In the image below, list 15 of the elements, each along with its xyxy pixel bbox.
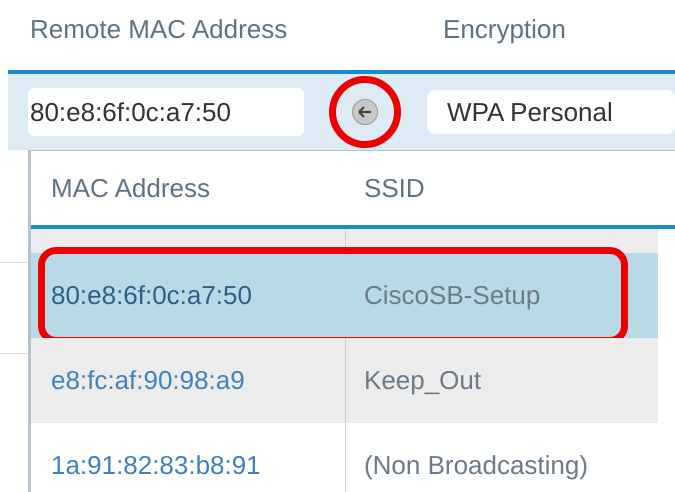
- encryption-select[interactable]: WPA Personal: [427, 90, 675, 134]
- mac-input-field[interactable]: 80:e8:6f:0c:a7:50: [28, 88, 304, 136]
- column-header: MAC Address: [51, 172, 211, 204]
- mac-link[interactable]: 1a:91:82:83:b8:91: [51, 446, 261, 485]
- lookup-button[interactable]: [352, 99, 378, 125]
- left-arrow-icon: [358, 106, 372, 118]
- mac-link[interactable]: 80:e8:6f:0c:a7:50: [51, 276, 252, 315]
- column-header: Remote MAC Address: [30, 13, 288, 46]
- column-header: Encryption: [443, 13, 566, 46]
- table-row[interactable]: e8:fc:af:90:98:a9 Keep_Out: [31, 338, 658, 423]
- column-header: SSID: [364, 172, 425, 204]
- mac-link[interactable]: e8:fc:af:90:98:a9: [51, 361, 245, 400]
- table-cell-text: CiscoSB-Setup: [364, 279, 540, 312]
- table-cell-text: Keep_Out: [364, 364, 482, 397]
- table-cell-text: (Non Broadcasting): [364, 449, 588, 482]
